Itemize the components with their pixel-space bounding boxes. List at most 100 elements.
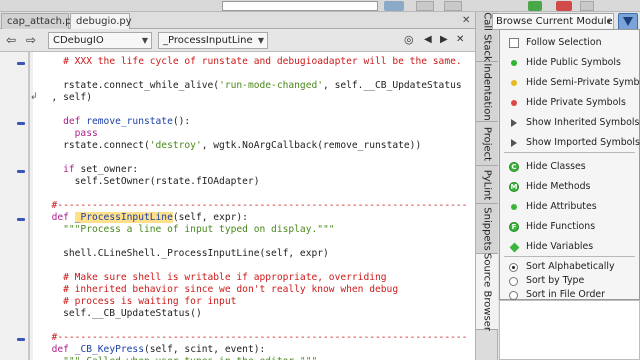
code-token: self.__CB_UpdateStatus() (40, 308, 202, 319)
checkbox-icon (509, 38, 519, 48)
code-token: # inherited behavior since we don't real… (63, 284, 399, 295)
tab-label: Call Stack (481, 11, 493, 62)
scroll-right-icon[interactable]: ▶ (440, 33, 448, 47)
menu-item-sort-by-type[interactable]: Sort by Type (500, 275, 639, 289)
toolbar-button[interactable] (444, 1, 462, 11)
menu-item-hide-private-symbols[interactable]: Hide Private Symbols (500, 93, 639, 113)
variable-icon (509, 242, 520, 253)
toolbar-button[interactable] (416, 1, 434, 11)
symbol-list[interactable] (499, 300, 640, 360)
menu-item-hide-variables[interactable]: Hide Variables (500, 237, 639, 257)
close-editor-icon[interactable]: ✕ (456, 33, 464, 47)
yellow-dot-icon (511, 80, 517, 86)
code-editor[interactable]: ↲ # XXX the life cycle of runstate and d… (0, 52, 475, 360)
green-dot-icon (511, 60, 517, 66)
stop-button[interactable] (556, 1, 572, 11)
class-scope-dropdown[interactable]: CDebugIO ▼ (48, 32, 152, 49)
dropdown-arrow-icon (623, 17, 633, 26)
tab-label: Snippets (481, 206, 493, 251)
tab-cap-attach[interactable]: cap_attach.py (1, 13, 77, 29)
menu-item-label: Hide Public Symbols (526, 57, 621, 68)
code-line: rstate.connect('destroy', wgtk.NoArgCall… (40, 140, 421, 152)
menu-item-label: Hide Classes (526, 161, 586, 172)
toolbar-debug-button[interactable] (384, 1, 404, 11)
menu-item-show-inherited-symbols[interactable]: Show Inherited Symbols (500, 113, 639, 133)
code-token: def (51, 212, 69, 223)
close-tab-icon[interactable]: ✕ (462, 15, 470, 26)
menu-item-label: Show Inherited Symbols (526, 117, 640, 128)
menu-item-hide-public-symbols[interactable]: Hide Public Symbols (500, 53, 639, 73)
menu-item-label: Hide Attributes (526, 201, 597, 212)
menu-item-sort-alphabetically[interactable]: Sort Alphabetically (500, 261, 639, 275)
browse-mode-dropdown[interactable]: Browse Current Module ▾ (492, 13, 614, 30)
chevron-down-icon: ▼ (141, 36, 148, 45)
method-icon: M (509, 182, 519, 192)
tab-label: Project (481, 126, 493, 161)
code-line: def _ProcessInputLine(self, expr): (40, 212, 248, 224)
forward-arrow-icon[interactable]: ⇨ (26, 33, 36, 47)
main-toolbar (0, 0, 640, 12)
code-token: , self) (40, 92, 92, 103)
code-token: # Make sure shell is writable if appropr… (63, 272, 387, 283)
code-token: self.SetOwner(rstate.fIOAdapter) (40, 176, 260, 187)
menu-item-label: Hide Private Symbols (526, 97, 626, 108)
code-token: #---------------------------------------… (40, 332, 468, 343)
code-line: #---------------------------------------… (40, 332, 468, 344)
menu-item-hide-semi-private-symbols[interactable]: Hide Semi-Private Symbols (500, 73, 640, 93)
code-token: 'run-mode-changed' (219, 80, 324, 91)
code-line: """ Called when user types in the editor… (40, 356, 317, 360)
menu-item-label: Hide Functions (526, 221, 596, 232)
menu-item-hide-classes[interactable]: C Hide Classes (500, 157, 639, 177)
toolbar-search-field[interactable] (222, 1, 378, 11)
code-line: # XXX the life cycle of runstate and deb… (40, 56, 462, 68)
chevron-down-icon: ▼ (257, 36, 264, 45)
class-scope-value: CDebugIO (53, 35, 104, 46)
tab-indentation[interactable]: Indentation (476, 62, 498, 122)
menu-item-label: Follow Selection (526, 37, 602, 48)
tab-snippets[interactable]: Snippets (476, 204, 498, 254)
change-marker (17, 62, 25, 65)
code-line: # Make sure shell is writable if appropr… (40, 272, 387, 284)
tab-source-browser[interactable]: Source Browser (476, 252, 498, 331)
tab-pylint[interactable]: PyLint (476, 166, 498, 204)
tab-label: PyLint (481, 169, 493, 200)
method-scope-dropdown[interactable]: _ProcessInputLine ▼ (158, 32, 268, 49)
code-line: pass (40, 128, 98, 140)
menu-item-label: Show Imported Symbols (526, 137, 640, 148)
target-icon[interactable]: ◎ (404, 33, 414, 47)
code-token: pass (74, 128, 98, 139)
code-token: (self, scint, event): (143, 344, 266, 355)
code-token: _CB_KeyPress (74, 344, 144, 355)
code-token: def (63, 116, 81, 127)
menu-item-hide-methods[interactable]: M Hide Methods (500, 177, 639, 197)
menu-item-label: Hide Semi-Private Symbols (526, 77, 640, 88)
toolbar-button[interactable] (580, 1, 594, 11)
code-token: (): (172, 116, 191, 127)
code-line: """Process a line of input typed on disp… (40, 224, 334, 236)
code-line: self.SetOwner(rstate.fIOAdapter) (40, 176, 260, 188)
scroll-left-icon[interactable]: ◀ (424, 33, 432, 47)
attribute-icon (511, 204, 517, 210)
menu-item-hide-attributes[interactable]: Hide Attributes (500, 197, 639, 217)
tab-project[interactable]: Project (476, 122, 498, 166)
code-token: shell.CLineShell._ProcessInputLine(self,… (40, 248, 329, 259)
tab-debugio[interactable]: debugio.py (70, 13, 132, 29)
run-button[interactable] (528, 1, 542, 11)
menu-item-follow-selection[interactable]: Follow Selection (500, 33, 639, 53)
menu-item-show-imported-symbols[interactable]: Show Imported Symbols (500, 133, 640, 153)
code-line: if set_owner: (40, 164, 138, 176)
code-token: set_owner: (74, 164, 139, 175)
menu-item-label: Sort by Type (526, 275, 585, 286)
menu-item-label: Hide Methods (526, 181, 591, 192)
code-token: rstate.connect( (40, 140, 150, 151)
menu-item-hide-functions[interactable]: F Hide Functions (500, 217, 639, 237)
code-line: #---------------------------------------… (40, 200, 468, 212)
back-arrow-icon[interactable]: ⇦ (6, 33, 16, 47)
